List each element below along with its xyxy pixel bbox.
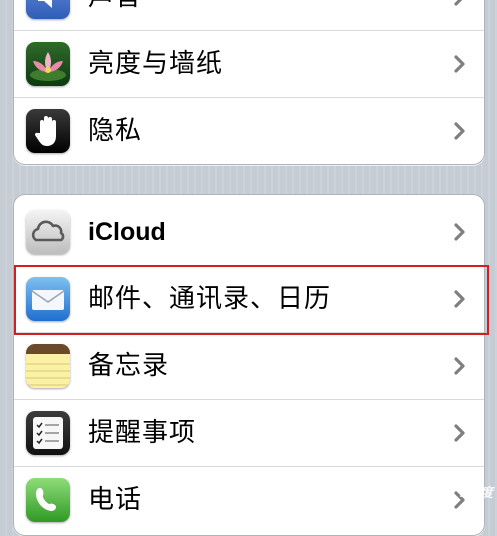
settings-row-label: 备忘录 <box>88 351 170 381</box>
settings-row-label: 提醒事项 <box>88 418 197 448</box>
privacy-hand-icon <box>26 109 70 153</box>
chevron-right-icon <box>454 0 463 6</box>
watermark: Bai度 <box>459 485 493 500</box>
settings-row-sound[interactable]: 声音 <box>14 0 484 31</box>
settings-row-label: iCloud <box>88 218 166 246</box>
settings-row-reminders[interactable]: 提醒事项 <box>14 400 484 467</box>
sound-icon <box>26 0 70 19</box>
chevron-right-icon <box>454 122 465 140</box>
settings-row-label: 声音 <box>88 0 142 30</box>
settings-row-phone[interactable]: 电话 <box>14 467 484 533</box>
highlight-box <box>14 265 489 335</box>
brightness-wallpaper-icon <box>26 42 70 86</box>
settings-row-privacy[interactable]: 隐私 <box>14 98 484 164</box>
chevron-right-icon <box>454 55 465 73</box>
chevron-right-icon <box>454 223 465 241</box>
settings-row-label: 隐私 <box>88 116 143 146</box>
icloud-icon <box>26 210 70 254</box>
settings-group-accounts: iCloud 邮件、通讯录、日历 备忘录 提醒事项 电话 <box>13 194 485 536</box>
settings-row-brightness-wallpaper[interactable]: 亮度与墙纸 <box>14 31 484 98</box>
settings-row-label: 亮度与墙纸 <box>88 49 224 79</box>
settings-row-label: 电话 <box>88 485 143 515</box>
chevron-right-icon <box>454 424 465 442</box>
reminders-icon <box>26 411 70 455</box>
settings-group-display: 声音 亮度与墙纸 隐私 <box>13 0 485 165</box>
phone-icon <box>26 478 70 522</box>
settings-row-notes[interactable]: 备忘录 <box>14 333 484 400</box>
notes-icon <box>26 344 70 388</box>
settings-row-icloud[interactable]: iCloud <box>14 199 484 266</box>
chevron-right-icon <box>454 357 465 375</box>
